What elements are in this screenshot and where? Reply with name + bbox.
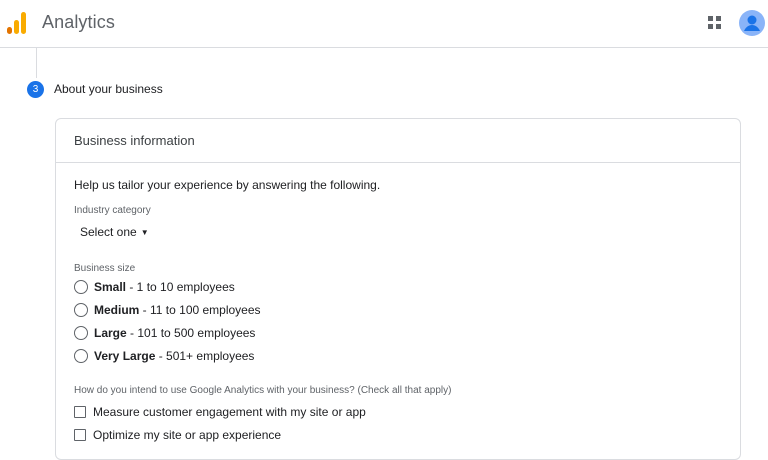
radio-button-icon[interactable] — [74, 349, 88, 363]
option-detail: - 11 to 100 employees — [139, 303, 261, 317]
option-detail: - 1 to 10 employees — [126, 280, 235, 294]
industry-category-label: Industry category — [74, 205, 151, 216]
usage-option-measure-engagement[interactable]: Measure customer engagement with my site… — [74, 405, 366, 419]
business-size-option-very-large[interactable]: Very Large - 501+ employees — [74, 349, 254, 363]
step-title: About your business — [54, 82, 163, 96]
checkbox-icon[interactable] — [74, 429, 86, 441]
option-label: Measure customer engagement with my site… — [93, 405, 366, 419]
app-title: Analytics — [42, 12, 115, 32]
card-title: Business information — [74, 133, 195, 148]
option-title: Small — [94, 280, 127, 294]
option-detail: - 501+ employees — [155, 349, 255, 363]
option-title: Very Large — [94, 349, 156, 363]
radio-button-icon[interactable] — [74, 303, 88, 317]
intro-text: Help us tailor your experience by answer… — [74, 178, 381, 192]
radio-button-icon[interactable] — [74, 280, 88, 294]
option-title: Large — [94, 326, 127, 340]
business-information-card: Business information Help us tailor your… — [55, 118, 741, 460]
industry-category-select[interactable]: Select one ▼ — [80, 225, 149, 239]
dropdown-caret-icon: ▼ — [140, 227, 149, 237]
business-size-option-medium[interactable]: Medium - 11 to 100 employees — [74, 303, 261, 317]
stepper-connector — [36, 48, 37, 78]
business-size-label: Business size — [74, 263, 136, 274]
industry-category-value: Select one — [80, 225, 137, 239]
usage-option-optimize-experience[interactable]: Optimize my site or app experience — [74, 428, 281, 442]
card-header: Business information — [56, 119, 740, 163]
account-avatar-icon[interactable] — [739, 10, 765, 36]
step-number-badge: 3 — [27, 81, 44, 98]
business-size-option-large[interactable]: Large - 101 to 500 employees — [74, 326, 255, 340]
checkbox-icon[interactable] — [74, 406, 86, 418]
business-size-option-small[interactable]: Small - 1 to 10 employees — [74, 280, 235, 294]
option-detail: - 101 to 500 employees — [126, 326, 256, 340]
option-title: Medium — [94, 303, 140, 317]
usage-question-label: How do you intend to use Google Analytic… — [74, 385, 452, 396]
radio-button-icon[interactable] — [74, 326, 88, 340]
apps-grid-icon[interactable] — [708, 16, 722, 30]
option-label: Optimize my site or app experience — [93, 428, 282, 442]
analytics-logo-icon[interactable] — [7, 12, 29, 34]
top-app-bar: Analytics — [0, 0, 768, 48]
